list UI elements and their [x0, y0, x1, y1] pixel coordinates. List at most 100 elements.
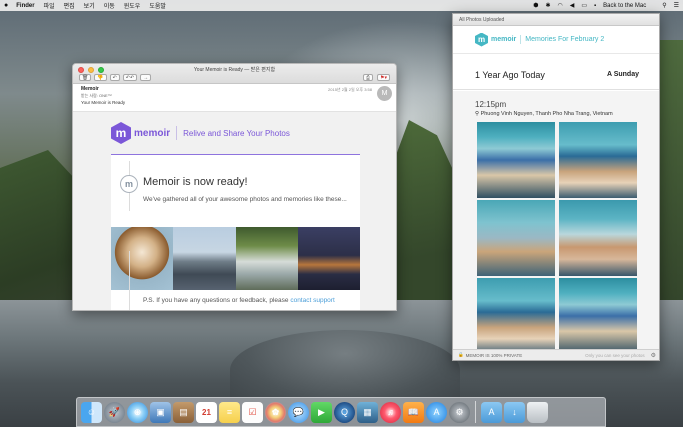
privacy-subnote: Only you can see your photos: [585, 352, 645, 358]
dock-separator: [475, 401, 476, 423]
recipient-line: 받는 사람: ONE™: [81, 93, 112, 98]
app-store-icon[interactable]: A: [426, 401, 447, 423]
ps-note: P.S. If you have any questions or feedba…: [143, 297, 335, 304]
menu-file[interactable]: 파일: [44, 1, 55, 10]
bluetooth-icon[interactable]: ✱: [545, 2, 550, 9]
photo-tile[interactable]: [477, 122, 555, 198]
ibooks-icon[interactable]: 📖: [403, 401, 424, 423]
junk-button[interactable]: 👎: [94, 74, 107, 81]
mail-toolbar: 🗑 👎 ↶ ↶↶ →: [79, 74, 152, 81]
trash-button[interactable]: 🗑: [79, 74, 92, 81]
messages-icon[interactable]: 💬: [288, 401, 309, 423]
safari-icon[interactable]: ⊕: [127, 401, 148, 423]
notes-icon[interactable]: ≡: [219, 401, 240, 423]
back-to-mac-label[interactable]: Back to the Mac: [603, 3, 646, 9]
flag-button[interactable]: ⚑▾: [377, 74, 390, 81]
contacts-icon[interactable]: ▤: [173, 401, 194, 423]
apple-menu-icon[interactable]: ●: [4, 2, 8, 9]
contact-support-link[interactable]: contact support: [290, 297, 334, 304]
reply-all-button[interactable]: ↶↶: [122, 74, 138, 81]
quicktime-icon[interactable]: Q: [334, 401, 355, 423]
settings-gear-icon[interactable]: ⚙: [651, 352, 656, 359]
thumbnail-waterfall[interactable]: [235, 227, 298, 290]
forward-button[interactable]: →: [140, 74, 152, 81]
volume-icon[interactable]: ◀: [570, 2, 575, 9]
applications-folder-icon[interactable]: A: [481, 401, 502, 423]
battery-icon[interactable]: ▭: [581, 2, 587, 9]
memoir-status-icon[interactable]: ⬢: [533, 2, 538, 9]
menu-bar: ● Finder 파일 편집 보기 이동 윈도우 도움말 ⬢ ✱ ◠ ◀ ▭ ▪…: [0, 0, 683, 11]
calendar-icon[interactable]: 21: [196, 401, 217, 423]
print-button[interactable]: ⎙: [362, 74, 373, 81]
photo-tile[interactable]: [559, 200, 637, 276]
finder-icon[interactable]: ☺: [81, 401, 102, 423]
launchpad-icon[interactable]: 🚀: [104, 401, 125, 423]
memoir-ready-card: m Memoir is now ready! We've gathered al…: [111, 154, 360, 310]
photo-thumbnails: [111, 227, 360, 290]
menu-help[interactable]: 도움말: [149, 1, 166, 10]
trash-icon[interactable]: [527, 401, 548, 423]
thumbnail-city[interactable]: [173, 227, 236, 290]
moment-time: 12:15pm: [475, 100, 507, 109]
thumbnail-dog[interactable]: [111, 227, 174, 290]
spotlight-icon[interactable]: ⚲: [662, 2, 666, 9]
photos-footer: 🔒 MEMOIR IS 100% PRIVATE Only you can se…: [453, 349, 659, 360]
dock: ☺ 🚀 ⊕ ▣ ▤ 21 ≡ ☑ ✿ 💬 ▶ Q ▦ ♫ 📖 A ⚙ A ↓: [76, 397, 606, 427]
memoir-tagline: Relive and Share Your Photos: [183, 128, 290, 138]
memoir-brand-header: m memoir Relive and Share Your Photos: [111, 122, 290, 144]
timeline-line-lower: [129, 251, 130, 310]
system-preferences-icon[interactable]: ⚙: [449, 401, 470, 423]
menu-go[interactable]: 이동: [104, 1, 115, 10]
memoir-brand-name: memoir: [491, 36, 517, 43]
menu-extras: ⬢ ✱ ◠ ◀ ▭ ▪ Back to the Mac ⚲ ☰: [533, 2, 679, 10]
notification-center-icon[interactable]: ☰: [674, 2, 679, 9]
location-text: Phuong Vinh Nguyen, Thanh Pho Nha Trang,…: [480, 111, 613, 117]
iphoto-icon[interactable]: ▦: [357, 401, 378, 423]
wifi-icon[interactable]: ◠: [557, 2, 562, 9]
menu-finder[interactable]: Finder: [16, 3, 34, 9]
brand-divider: [176, 126, 178, 140]
sender-avatar: M: [377, 86, 392, 101]
photos-window-title: All Photos Uploaded: [453, 14, 659, 26]
message-subject: Your Memoir is Ready: [81, 100, 126, 105]
message-body: m memoir Relive and Share Your Photos m …: [73, 112, 396, 310]
itunes-icon[interactable]: ♫: [380, 401, 401, 423]
privacy-lock-icon: 🔒: [458, 352, 464, 357]
memoir-logo-icon: m: [475, 32, 488, 47]
ps-text: P.S. If you have any questions or feedba…: [143, 297, 289, 304]
memoir-photos-window: All Photos Uploaded m memoir Memories Fo…: [452, 13, 660, 361]
reminders-icon[interactable]: ☑: [242, 401, 263, 423]
photo-tile[interactable]: [477, 278, 555, 354]
section-day: A Sunday: [606, 71, 639, 78]
menu-edit[interactable]: 편집: [64, 1, 75, 10]
mail-titlebar[interactable]: Your Memoir is Ready — 받은 편지함 🗑 👎 ↶ ↶↶ →…: [73, 64, 396, 84]
photo-tile[interactable]: [559, 122, 637, 198]
preview-icon[interactable]: ▣: [150, 401, 171, 423]
card-text: We've gathered all of your awesome photo…: [143, 196, 347, 203]
photos-brand-header: m memoir Memories For February 2: [453, 26, 659, 54]
location-pin-icon: ⚲: [475, 111, 480, 117]
photos-app-icon[interactable]: ✿: [265, 401, 286, 423]
flag-icon[interactable]: ▪: [594, 3, 596, 9]
brand-divider: [520, 35, 522, 44]
privacy-note: MEMOIR IS 100% PRIVATE: [465, 352, 523, 358]
memoir-brand-name: memoir: [134, 127, 171, 139]
moment-location: ⚲ Phuong Vinh Nguyen, Thanh Pho Nha Tran…: [475, 111, 613, 117]
photo-grid: [477, 122, 637, 354]
memoir-circle-icon: m: [120, 175, 138, 193]
photo-tile[interactable]: [477, 200, 555, 276]
thumbnail-night-skyline[interactable]: [297, 227, 360, 290]
menu-view[interactable]: 보기: [84, 1, 95, 10]
photo-tile[interactable]: [559, 278, 637, 354]
year-ago-section: 1 Year Ago Today A Sunday: [453, 54, 659, 90]
menu-window[interactable]: 윈도우: [124, 1, 141, 10]
card-title: Memoir is now ready!: [143, 176, 248, 188]
reply-button[interactable]: ↶: [109, 74, 120, 81]
downloads-folder-icon[interactable]: ↓: [504, 401, 525, 423]
section-title: 1 Year Ago Today: [475, 70, 545, 80]
message-date: 2015년 2월 2일 오후 3:58: [328, 87, 372, 92]
photo-moment: 12:15pm ⚲ Phuong Vinh Nguyen, Thanh Pho …: [453, 91, 659, 354]
facetime-icon[interactable]: ▶: [311, 401, 332, 423]
memoir-logo-icon: m: [111, 122, 131, 144]
mail-window: Your Memoir is Ready — 받은 편지함 🗑 👎 ↶ ↶↶ →…: [72, 63, 397, 311]
